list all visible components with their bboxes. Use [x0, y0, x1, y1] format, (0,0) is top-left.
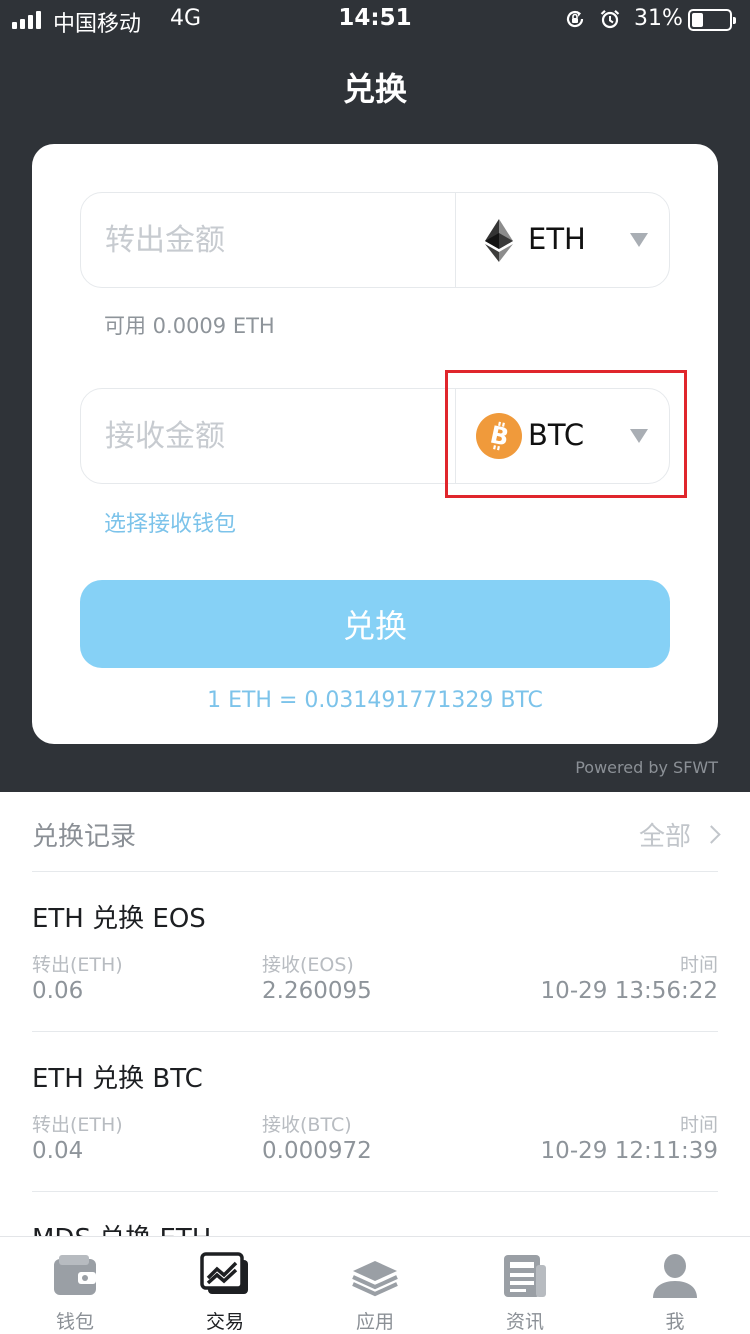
exchange-rate: 1 ETH = 0.031491771329 BTC — [207, 688, 543, 713]
records-all-label: 全部 — [638, 822, 691, 852]
record-in-label: 接收(EOS) — [262, 954, 354, 976]
battery-level-fill — [692, 13, 704, 27]
trade-chart-icon — [200, 1252, 248, 1294]
battery-percent: 31% — [634, 6, 683, 31]
records-all-link[interactable]: 全部 — [638, 816, 721, 853]
tab-label: 资讯 — [505, 1311, 544, 1333]
receive-amount-input[interactable] — [81, 389, 455, 483]
profile-icon — [653, 1254, 697, 1298]
record-in-value: 0.000972 — [262, 1138, 372, 1164]
record-time-label: 时间 — [679, 1114, 718, 1136]
record-time-value: 10-29 12:11:39 — [540, 1138, 718, 1164]
record-out-value: 0.06 — [32, 978, 84, 1004]
exchange-button[interactable]: 兑换 — [80, 580, 670, 668]
send-amount-input[interactable] — [81, 193, 455, 287]
tab-label: 交易 — [205, 1311, 244, 1333]
record-in-label: 接收(BTC) — [262, 1114, 352, 1136]
page-title: 兑换 — [342, 70, 407, 108]
record-item[interactable]: ETH 兑换 EOS 转出(ETH) 接收(EOS) 时间 0.06 2.260… — [32, 872, 718, 1032]
exchange-card: ETH 可用 0.0009 ETH B BTC 选择接收钱包 兑换 1 ETH … — [32, 144, 718, 744]
alarm-icon — [600, 9, 620, 29]
tab-wallet[interactable]: 钱包 — [0, 1237, 150, 1334]
record-title: ETH 兑换 BTC — [32, 1064, 203, 1094]
records-title: 兑换记录 — [32, 822, 137, 852]
record-out-label: 转出(ETH) — [32, 954, 123, 976]
tab-label: 应用 — [355, 1311, 394, 1333]
record-title: ETH 兑换 EOS — [32, 904, 206, 934]
record-out-label: 转出(ETH) — [32, 1114, 123, 1136]
orientation-lock-icon — [566, 10, 584, 28]
powered-by: Powered by SFWT — [575, 758, 718, 777]
tab-trade[interactable]: 交易 — [150, 1237, 300, 1334]
chevron-right-icon — [702, 825, 721, 844]
tab-apps[interactable]: 应用 — [300, 1237, 450, 1334]
available-balance: 可用 0.0009 ETH — [104, 314, 275, 338]
tab-bar: 钱包 交易 应用 资讯 我 — [0, 1236, 750, 1334]
send-coin-selector[interactable]: ETH — [456, 193, 670, 287]
send-coin-name: ETH — [528, 222, 586, 256]
news-icon — [504, 1255, 546, 1297]
tab-label: 我 — [665, 1311, 685, 1333]
battery-icon — [688, 9, 736, 31]
tab-label: 钱包 — [55, 1311, 94, 1333]
record-time-value: 10-29 13:56:22 — [540, 978, 718, 1004]
record-item[interactable]: ETH 兑换 BTC 转出(ETH) 接收(BTC) 时间 0.04 0.000… — [32, 1032, 718, 1192]
record-in-value: 2.260095 — [262, 978, 372, 1004]
wallet-icon — [54, 1255, 96, 1295]
ethereum-icon — [485, 219, 513, 262]
status-bar: 中国移动 4G 14:51 31% — [0, 0, 750, 40]
records-header: 兑换记录 全部 — [32, 792, 721, 872]
record-time-label: 时间 — [679, 954, 718, 976]
send-amount-row: ETH — [80, 192, 670, 288]
tab-me[interactable]: 我 — [600, 1237, 750, 1334]
dropdown-arrow-icon — [630, 233, 648, 247]
tab-news[interactable]: 资讯 — [450, 1237, 600, 1334]
highlight-annotation-box — [445, 370, 687, 498]
record-out-value: 0.04 — [32, 1138, 84, 1164]
layers-icon — [352, 1261, 398, 1297]
choose-receive-wallet-link[interactable]: 选择接收钱包 — [104, 506, 236, 538]
